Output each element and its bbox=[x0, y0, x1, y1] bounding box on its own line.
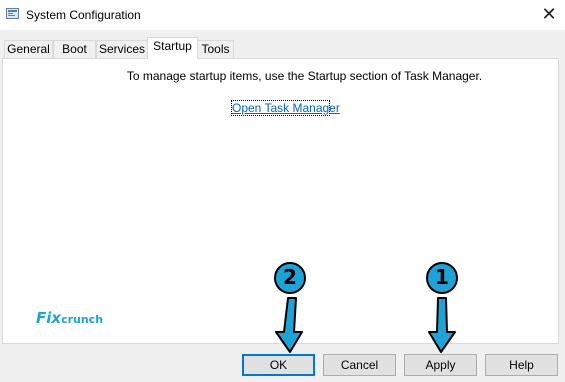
watermark-part1: Fix bbox=[36, 309, 62, 327]
open-task-manager-link[interactable]: Open Task Manager bbox=[232, 101, 340, 115]
startup-message: To manage startup items, use the Startup… bbox=[126, 69, 483, 83]
fixcrunch-watermark: Fixcrunch bbox=[36, 309, 103, 327]
tab-tools[interactable]: Tools bbox=[197, 40, 234, 58]
title-bar: System Configuration ✕ bbox=[0, 0, 565, 30]
ok-button[interactable]: OK bbox=[242, 354, 315, 376]
tab-general[interactable]: General bbox=[4, 40, 53, 58]
help-button[interactable]: Help bbox=[485, 354, 558, 376]
watermark-part2: crunch bbox=[61, 313, 104, 326]
step-1-label: 1 bbox=[435, 265, 449, 289]
step-2-label: 2 bbox=[283, 265, 297, 289]
arrow-down-icon bbox=[428, 297, 456, 353]
tab-boot[interactable]: Boot bbox=[53, 40, 96, 58]
close-icon[interactable]: ✕ bbox=[538, 4, 560, 24]
step-2-marker: 2 bbox=[266, 260, 316, 355]
system-configuration-window: System Configuration ✕ General Boot Serv… bbox=[0, 0, 565, 382]
cancel-button[interactable]: Cancel bbox=[323, 354, 396, 376]
arrow-down-icon bbox=[275, 297, 303, 353]
app-icon bbox=[6, 8, 19, 19]
apply-button[interactable]: Apply bbox=[404, 354, 477, 376]
step-1-marker: 1 bbox=[418, 260, 468, 355]
window-title: System Configuration bbox=[26, 8, 141, 22]
tab-startup[interactable]: Startup bbox=[147, 37, 198, 59]
tab-services[interactable]: Services bbox=[96, 40, 148, 58]
